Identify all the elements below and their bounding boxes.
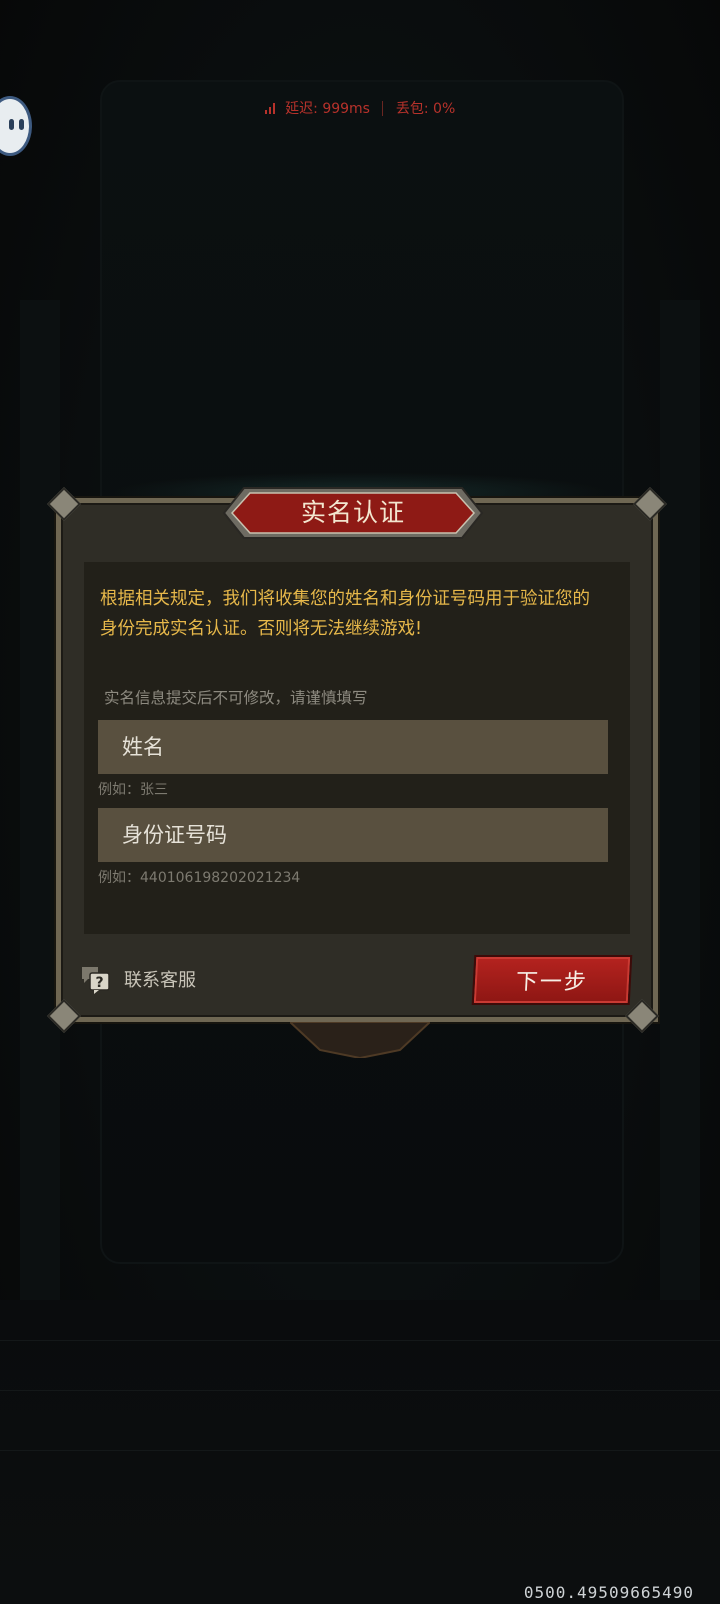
dialog-title: 实名认证 — [300, 498, 405, 527]
svg-text:?: ? — [95, 975, 103, 991]
contact-support-label: 联系客服 — [124, 970, 196, 991]
dialog-bottom-ornament — [290, 1022, 430, 1058]
next-step-button[interactable]: 下一步 — [471, 955, 633, 1005]
privacy-notice: 根据相关规定，我们将收集您的姓名和身份证号码用于验证您的身份完成实名认证。否则将… — [100, 589, 590, 639]
name-example: 例如：张三 — [98, 782, 168, 798]
latency-text: 延迟: 999ms — [285, 101, 370, 117]
customer-service-icon: ? — [80, 963, 112, 995]
game-screen: 延迟: 999ms 丢包: 0% 实名认证 根据相关规定，我们将收集您的姓名和身… — [0, 0, 720, 1604]
background-floor — [0, 1300, 720, 1604]
submit-warning-hint: 实名信息提交后不可修改，请谨慎填写 — [104, 689, 368, 707]
packet-loss-text: 丢包: 0% — [395, 101, 456, 117]
signal-icon — [264, 102, 277, 114]
network-status: 延迟: 999ms 丢包: 0% — [0, 98, 720, 118]
background-pillar-right — [660, 300, 700, 1300]
id-number-input[interactable] — [98, 808, 608, 862]
name-input[interactable] — [98, 720, 608, 774]
status-divider — [382, 100, 384, 116]
session-id-text: 0500.49509665490 — [523, 1583, 694, 1602]
dialog-title-badge: 实名认证 — [222, 486, 484, 540]
contact-support-link[interactable]: ? 联系客服 — [80, 960, 196, 998]
background-pillar-left — [20, 300, 60, 1300]
id-number-example: 例如：440106198202021234 — [98, 870, 301, 886]
